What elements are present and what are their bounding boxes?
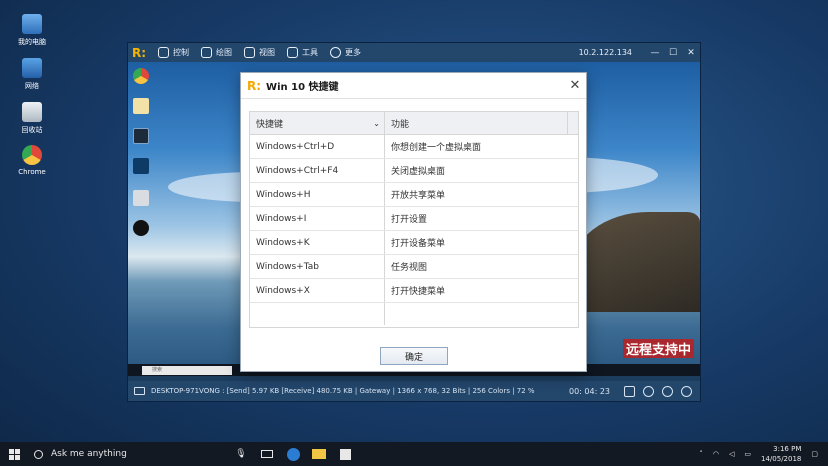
system-tray: ˄ ◠ ◁ ▭ 3:16 PM 14/05/2018 ▢: [699, 444, 828, 464]
search-placeholder: Ask me anything: [51, 449, 127, 459]
desktop-icon-label: 我的电脑: [18, 38, 46, 46]
shortcut-function: 你想创建一个虚拟桌面: [391, 143, 482, 153]
shortcut-function: 关闭虚拟桌面: [391, 167, 446, 177]
remote-ip-address: 10.2.122.134: [578, 48, 632, 57]
edge-icon[interactable]: [280, 442, 306, 466]
connection-status-text: DESKTOP-971VONG : [Send] 5.97 KB [Receiv…: [151, 387, 535, 395]
remote-toolbar: R: 控制 绘图 视图 工具 更多 10.2.122.134 — ☐ ✕: [128, 43, 700, 62]
remote-file-icon[interactable]: [133, 98, 149, 114]
remote-recycle-icon[interactable]: [133, 190, 149, 206]
shortcut-key: Windows+I: [250, 207, 385, 230]
remote-app-icon[interactable]: [133, 158, 149, 174]
desktop-icon-network[interactable]: 网络: [14, 58, 50, 91]
chevron-up-icon[interactable]: ˄: [699, 450, 703, 458]
pen-icon: [201, 47, 213, 58]
shortcut-function: 打开设备菜单: [391, 239, 446, 249]
toolbar-tools-button[interactable]: 工具: [287, 47, 318, 58]
table-row[interactable]: Windows+K 打开设备菜单: [250, 231, 578, 255]
store-icon[interactable]: [332, 442, 358, 466]
column-header-function[interactable]: 功能: [385, 112, 568, 134]
desktop-icon-recycle-bin[interactable]: 回收站: [14, 102, 50, 135]
keyboard-icon[interactable]: ▭: [744, 450, 751, 458]
camera-icon[interactable]: [624, 385, 635, 397]
chat-icon[interactable]: [662, 385, 673, 397]
dialog-title: Win 10 快捷键: [266, 82, 339, 93]
control-icon: [158, 47, 170, 58]
microphone-icon[interactable]: 🎙: [228, 449, 254, 459]
table-row[interactable]: Windows+Tab 任务视图: [250, 255, 578, 279]
system-clock[interactable]: 3:16 PM 14/05/2018: [761, 444, 801, 464]
column-header-shortcut[interactable]: 快捷键 ⌄: [250, 112, 385, 134]
header-spacer: [568, 112, 578, 134]
close-icon[interactable]: ✕: [682, 48, 700, 58]
remote-qq-icon[interactable]: [133, 220, 149, 236]
table-row[interactable]: Windows+I 打开设置: [250, 207, 578, 231]
task-view-icon[interactable]: [254, 442, 280, 466]
toolbar-view-button[interactable]: 视图: [244, 47, 275, 58]
monitor-icon: [244, 47, 256, 58]
minimize-icon[interactable]: —: [646, 48, 664, 58]
shortcut-function: 任务视图: [391, 263, 428, 273]
cortana-icon: [34, 449, 43, 459]
toolbar-control-button[interactable]: 控制: [158, 47, 189, 58]
desktop-icon-computer[interactable]: 我的电脑: [14, 14, 50, 47]
ok-button[interactable]: 确定: [380, 347, 448, 365]
volume-icon[interactable]: ◁: [729, 450, 734, 458]
table-row[interactable]: Windows+Ctrl+D 你想创建一个虚拟桌面: [250, 135, 578, 159]
table-row[interactable]: Windows+Ctrl+F4 关闭虚拟桌面: [250, 159, 578, 183]
shortcut-table: 快捷键 ⌄ 功能 Windows+Ctrl+D 你想创建一个虚拟桌面 Window…: [249, 111, 579, 328]
notification-icon[interactable]: ▢: [811, 450, 818, 458]
close-icon[interactable]: ✕: [564, 78, 586, 93]
desktop-icon-chrome[interactable]: Chrome: [14, 145, 50, 176]
chevron-down-icon: ⌄: [373, 118, 380, 128]
zoom-icon[interactable]: [681, 385, 692, 397]
remote-app-icon[interactable]: [133, 128, 149, 144]
remote-chrome-icon[interactable]: [133, 68, 149, 84]
wifi-icon[interactable]: ◠: [713, 450, 719, 458]
shortcut-dialog: R: Win 10 快捷键 ✕ 快捷键 ⌄ 功能 Windows+Ctrl+D 你…: [240, 72, 587, 372]
table-row-empty: [250, 303, 578, 325]
monitor-icon: [134, 387, 145, 395]
shortcut-key: Windows+H: [250, 183, 385, 206]
cortana-search-box[interactable]: Ask me anything: [28, 449, 228, 459]
file-explorer-icon[interactable]: [306, 442, 332, 466]
shortcut-function: 打开快捷菜单: [391, 287, 446, 297]
recycle-bin-icon: [22, 102, 42, 122]
shortcut-function: 开放共享菜单: [391, 191, 446, 201]
tools-icon: [287, 47, 299, 58]
app-logo-icon: R:: [132, 45, 147, 60]
host-taskbar: Ask me anything 🎙 ˄ ◠ ◁ ▭ 3:16 PM 14/05/…: [0, 442, 828, 466]
app-logo-icon: R:: [247, 78, 262, 93]
windows-logo-icon: [8, 448, 20, 460]
remote-status-bar: DESKTOP-971VONG : [Send] 5.97 KB [Receiv…: [128, 381, 700, 401]
toolbar-draw-button[interactable]: 绘图: [201, 47, 232, 58]
remote-search-input[interactable]: 搜索: [142, 365, 232, 375]
gear-icon: [330, 47, 342, 58]
chrome-icon: [22, 145, 42, 165]
computer-icon: [22, 14, 42, 34]
shortcut-function: 打开设置: [391, 215, 428, 225]
desktop-icon-label: Chrome: [18, 168, 46, 176]
shortcut-key: Windows+Ctrl+D: [250, 135, 385, 158]
remote-support-watermark: 远程支持中: [622, 339, 694, 358]
shortcut-key: Windows+K: [250, 231, 385, 254]
table-row[interactable]: Windows+H 开放共享菜单: [250, 183, 578, 207]
record-icon[interactable]: [643, 385, 654, 397]
desktop-icon-label: 网络: [25, 82, 39, 90]
desktop-icon-label: 回收站: [21, 126, 43, 134]
start-button[interactable]: [0, 442, 28, 466]
toolbar-more-button[interactable]: 更多: [330, 47, 361, 58]
table-row[interactable]: Windows+X 打开快捷菜单: [250, 279, 578, 303]
maximize-icon[interactable]: ☐: [664, 48, 682, 58]
shortcut-key: Windows+Tab: [250, 255, 385, 278]
table-header: 快捷键 ⌄ 功能: [250, 112, 578, 135]
network-icon: [22, 58, 42, 78]
dialog-header: R: Win 10 快捷键 ✕: [241, 73, 586, 99]
clock-time: 3:16 PM: [773, 445, 802, 453]
clock-date: 14/05/2018: [761, 455, 802, 463]
rock-decoration: [570, 212, 700, 312]
shortcut-key: Windows+Ctrl+F4: [250, 159, 385, 182]
shortcut-key: Windows+X: [250, 279, 385, 302]
session-timer: 00: 04: 23: [568, 386, 610, 396]
